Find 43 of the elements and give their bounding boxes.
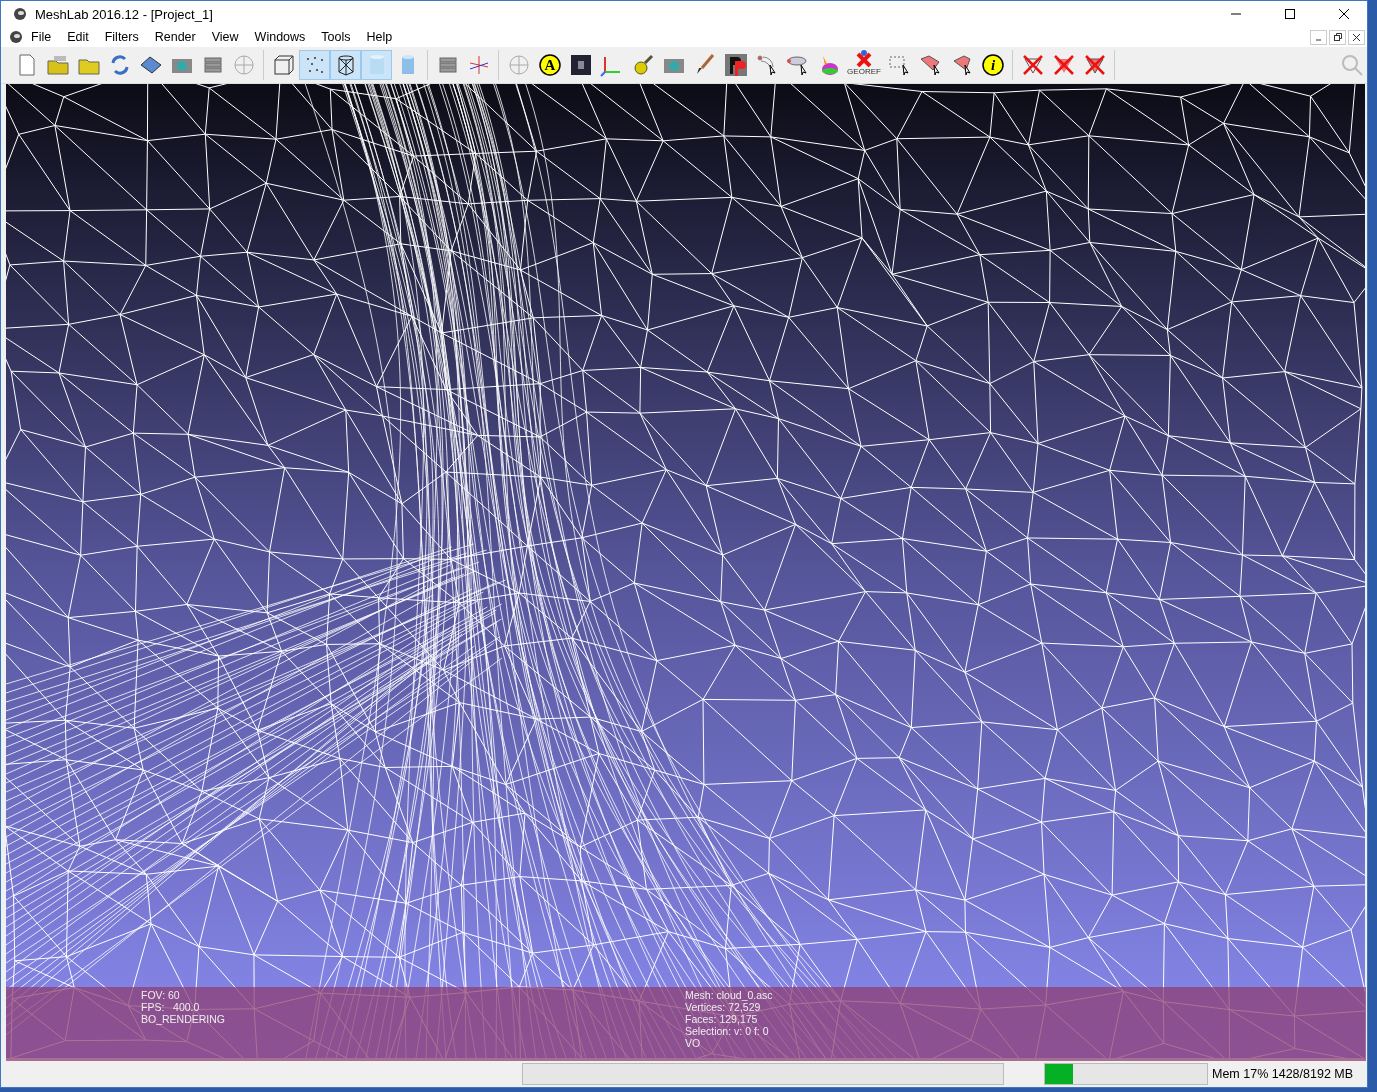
restore-icon [1333,33,1342,41]
menu-item[interactable]: File [23,30,60,44]
memory-reading: Mem 17% 1428/8192 MB [1212,1067,1354,1081]
restore-button[interactable] [1329,29,1346,45]
point-select-icon [754,53,779,77]
wireframe-button[interactable] [330,50,361,80]
info-text: Mesh: cloud_0.asc [685,989,773,1001]
close-icon [1353,33,1360,41]
delete-vertices-icon [1020,53,1045,77]
pp-logo-icon [723,53,748,77]
menu-item[interactable]: View [203,30,247,44]
info-text: Selection: v: 0 f: 0 [685,1025,770,1037]
menu-item[interactable]: Filters [96,30,147,44]
folder-stack-icon [45,53,70,77]
georef-button[interactable]: GEOREF [844,49,884,81]
window-title: MeshLab 2016.12 - [Project_1] [35,6,214,22]
face-select-icon [918,53,943,77]
georef-icon [854,49,874,67]
globe-icon [506,53,531,77]
points-button[interactable] [299,50,330,80]
menu-item[interactable]: Windows [246,30,314,44]
info-text: VO [685,1037,702,1049]
search-icon [1339,53,1364,77]
app-logo-icon [13,7,27,21]
menu-item[interactable]: Render [146,30,204,44]
info-text: FPS: 400.0 [141,1001,201,1013]
close-icon [1339,9,1349,19]
rectangle-select-icon [887,53,912,77]
lasso-select-icon [785,53,810,77]
globe-icon [231,53,256,77]
delete-faces-icon [1051,53,1076,77]
menu-item[interactable]: Tools [313,30,359,44]
close-button[interactable] [1348,29,1365,45]
info-text: Vertices: 72,529 [685,1001,762,1013]
maximize-icon [1285,9,1295,19]
menu-item[interactable]: Help [358,30,401,44]
info-text: Faces: 129,175 [685,1013,759,1025]
box-icon [271,53,296,77]
app-logo-icon [9,30,23,44]
info-text: FOV: 60 [141,989,181,1001]
delete-faces-vertices-icon [1082,53,1107,77]
menu-item[interactable]: Edit [59,30,97,44]
info-text: BO_RENDERING [141,1013,225,1025]
